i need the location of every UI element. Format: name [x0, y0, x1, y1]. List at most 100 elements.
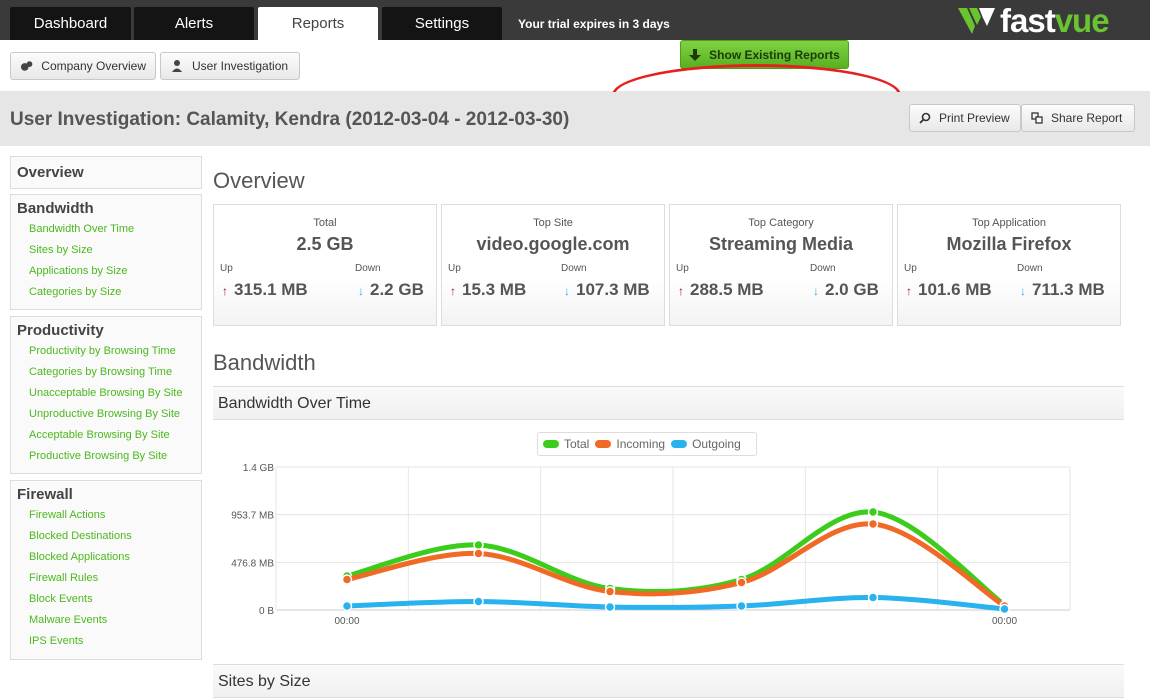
sidebar-item-blocked-destinations[interactable]: Blocked Destinations [11, 526, 201, 547]
card-up-label: Up [448, 263, 461, 274]
card-value: video.google.com [476, 234, 630, 254]
data-point [604, 601, 616, 613]
card-up-value: 15.3 MB [462, 280, 527, 299]
card-down: ↓ 711.3 MB [1020, 280, 1105, 300]
share-report-label: Share Report [1051, 111, 1123, 125]
tab-settings[interactable]: Settings [382, 7, 502, 40]
print-preview-label: Print Preview [939, 111, 1010, 125]
summary-card-top-application: Top Application Mozilla Firefox Up Down … [897, 204, 1121, 326]
data-point [867, 518, 879, 530]
top-nav: Dashboard Alerts Reports Settings Your t… [0, 0, 1150, 40]
arrow-down-icon: ↓ [1020, 284, 1026, 298]
sidebar-item-applications-by-size[interactable]: Applications by Size [11, 261, 201, 282]
sidebar-item-unacceptable-browsing[interactable]: Unacceptable Browsing By Site [11, 383, 201, 404]
tab-alerts[interactable]: Alerts [134, 7, 254, 40]
overview-heading: Overview [213, 168, 305, 193]
bandwidth-heading: Bandwidth [213, 350, 316, 375]
arrow-up-icon: ↑ [222, 284, 228, 298]
section-sites-by-size: Sites by Size [213, 664, 1124, 698]
trial-notice: Your trial expires in 3 days [518, 17, 670, 31]
tab-reports[interactable]: Reports [258, 7, 378, 40]
report-title-bar: User Investigation: Calamity, Kendra (20… [0, 92, 1150, 146]
summary-card-top-category: Top Category Streaming Media Up Down ↑ 28… [669, 204, 893, 326]
sidebar-item-firewall-actions[interactable]: Firewall Actions [11, 505, 201, 526]
card-up-label: Up [904, 263, 917, 274]
legend-swatch-total [543, 440, 559, 448]
card-down-label: Down [1017, 263, 1043, 274]
card-down: ↓ 107.3 MB [564, 280, 650, 300]
sidebar-item-acceptable-browsing[interactable]: Acceptable Browsing By Site [11, 425, 201, 446]
section-title: Sites by Size [218, 673, 311, 690]
card-down: ↓ 2.2 GB [358, 280, 424, 300]
legend-item-outgoing[interactable]: Outgoing [671, 437, 741, 451]
legend-item-incoming[interactable]: Incoming [595, 437, 665, 451]
sidebar-item-sites-by-size[interactable]: Sites by Size [11, 240, 201, 261]
card-down-label: Down [561, 263, 587, 274]
card-label: Top Category [748, 217, 814, 229]
sidebar-item-block-events[interactable]: Block Events [11, 589, 201, 610]
arrow-down-icon: ↓ [564, 284, 570, 298]
sidebar-item-categories-by-size[interactable]: Categories by Size [11, 282, 201, 303]
sidebar-item-unproductive-browsing[interactable]: Unproductive Browsing By Site [11, 404, 201, 425]
data-point [867, 592, 879, 603]
data-point [999, 603, 1010, 615]
user-investigation-button[interactable]: User Investigation [160, 52, 300, 80]
share-report-button[interactable]: Share Report [1021, 104, 1135, 132]
data-point [341, 574, 353, 585]
x-tick-label: 00:00 [992, 616, 1017, 627]
legend-swatch-outgoing [671, 440, 688, 448]
legend-label-total: Total [564, 437, 590, 451]
card-label: Top Site [533, 217, 573, 229]
y-tick-label: 1.4 GB [243, 463, 274, 474]
summary-card-top-site: Top Site video.google.com Up Down ↑ 15.3 … [441, 204, 665, 326]
card-up-label: Up [220, 263, 233, 274]
data-point [473, 596, 484, 607]
card-up: ↑ 15.3 MB [450, 280, 526, 300]
logo-vue: vue [1054, 2, 1110, 39]
data-point [867, 506, 879, 518]
share-icon [1031, 112, 1043, 124]
print-preview-button[interactable]: Print Preview [909, 104, 1021, 132]
card-down-label: Down [355, 263, 381, 274]
tab-dashboard[interactable]: Dashboard [10, 7, 131, 40]
card-up: ↑ 288.5 MB [678, 280, 764, 300]
sidebar-item-blocked-applications[interactable]: Blocked Applications [11, 547, 201, 568]
legend-item-total[interactable]: Total [543, 437, 589, 451]
data-point [473, 539, 484, 551]
y-tick-label: 953.7 MB [231, 511, 274, 522]
summary-card-total: Total 2.5 GB Up Down ↑ 315.1 MB ↓ 2.2 GB [213, 204, 437, 326]
sidebar-overview-label: Overview [17, 164, 84, 181]
card-value: Streaming Media [708, 234, 854, 254]
user-investigation-label: User Investigation [192, 59, 289, 73]
logo-fast: fast [1000, 2, 1056, 39]
sidebar-group-title: Firewall [17, 486, 73, 503]
card-down-value: 107.3 MB [576, 280, 650, 299]
data-point [604, 586, 616, 597]
arrow-up-icon: ↑ [906, 284, 912, 298]
company-overview-button[interactable]: Company Overview [10, 52, 156, 80]
sidebar-item-bandwidth-over-time[interactable]: Bandwidth Over Time [11, 219, 201, 240]
legend-label-incoming: Incoming [616, 437, 666, 451]
sidebar-item-ips-events[interactable]: IPS Events [11, 631, 201, 652]
sidebar-group-productivity: Productivity Productivity by Browsing Ti… [10, 316, 202, 474]
sidebar-item-productive-browsing[interactable]: Productive Browsing By Site [11, 446, 201, 467]
y-tick-label: 476.8 MB [231, 558, 274, 569]
section-title: Bandwidth Over Time [218, 395, 371, 412]
sidebar-item-categories-by-browsing-time[interactable]: Categories by Browsing Time [11, 362, 201, 383]
card-down-value: 2.0 GB [825, 280, 879, 299]
sidebar-group-title: Bandwidth [17, 200, 94, 217]
sidebar-overview[interactable]: Overview [10, 156, 202, 189]
sidebar-item-productivity-by-browsing-time[interactable]: Productivity by Browsing Time [11, 341, 201, 362]
company-overview-label: Company Overview [41, 59, 146, 73]
card-up-label: Up [676, 263, 689, 274]
card-value: 2.5 GB [296, 234, 354, 254]
building-icon [20, 61, 33, 71]
card-up: ↑ 101.6 MB [906, 280, 992, 300]
sidebar-item-firewall-rules[interactable]: Firewall Rules [11, 568, 201, 589]
chart-legend: Total Incoming Outgoing [537, 432, 757, 456]
data-point [473, 548, 484, 559]
sidebar-item-malware-events[interactable]: Malware Events [11, 610, 201, 631]
legend-swatch-incoming [595, 440, 612, 448]
show-existing-reports-label: Show Existing Reports [709, 47, 840, 62]
data-point [736, 577, 747, 588]
